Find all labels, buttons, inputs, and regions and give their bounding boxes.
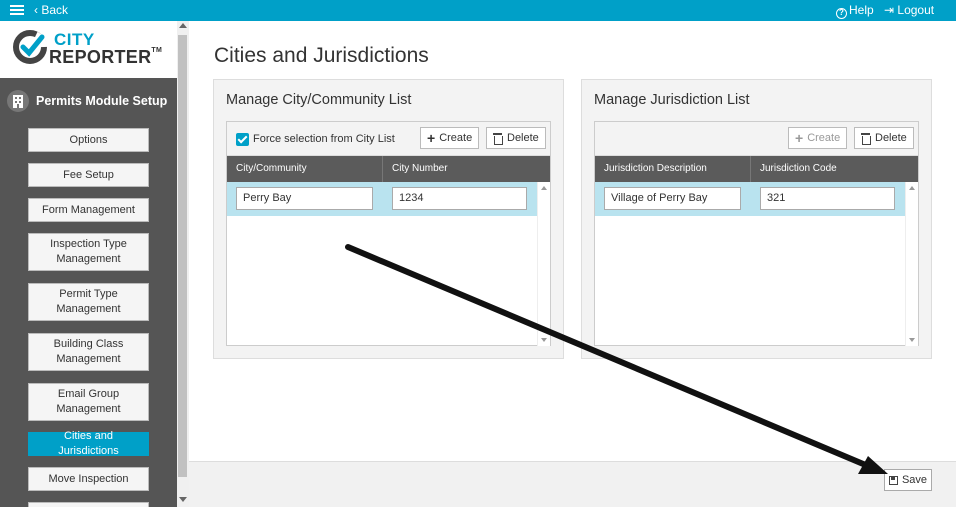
city-create-button[interactable]: + Create <box>420 127 480 149</box>
sidebar-item-email-group-management[interactable]: Email Group Management <box>28 383 149 421</box>
logout-label: Logout <box>897 3 935 17</box>
column-header-jurisdiction-code[interactable]: Jurisdiction Code <box>751 156 906 182</box>
scroll-down-icon[interactable] <box>179 497 187 502</box>
module-title: Permits Module Setup <box>0 81 177 117</box>
sidebar-item-partial[interactable] <box>28 502 149 507</box>
hamburger-icon[interactable] <box>10 3 24 17</box>
jurisdiction-delete-button[interactable]: Delete <box>854 127 914 149</box>
city-reporter-logo-icon <box>13 30 48 64</box>
sidebar-item-permit-type-management[interactable]: Permit Type Management <box>28 283 149 321</box>
logo-reporter-text: REPORTERTM <box>49 47 163 67</box>
city-panel-title: Manage City/Community List <box>226 92 412 108</box>
force-selection-label: Force selection from City List <box>253 133 395 145</box>
sidebar-item-fee-setup[interactable]: Fee Setup <box>28 163 149 187</box>
scroll-thumb[interactable] <box>178 35 187 477</box>
city-panel: Manage City/Community List Force selecti… <box>213 79 564 359</box>
plus-icon: + <box>795 130 804 146</box>
logo: CITY REPORTERTM <box>0 21 177 78</box>
floppy-disk-icon <box>888 475 898 485</box>
jurisdiction-grid-toolbar: + Create Delete <box>595 122 918 156</box>
sidebar-item-building-class-management[interactable]: Building Class Management <box>28 333 149 371</box>
logout-button[interactable]: ⇥ Logout <box>884 3 934 17</box>
jurisdiction-panel: Manage Jurisdiction List + Create Delete … <box>581 79 932 359</box>
jurisdiction-grid: + Create Delete Jurisdiction Description … <box>594 121 919 346</box>
save-button[interactable]: Save <box>884 469 932 491</box>
sidebar-item-inspection-type-management[interactable]: Inspection Type Management <box>28 233 149 271</box>
column-header-city-number[interactable]: City Number <box>383 156 538 182</box>
sidebar: CITY REPORTERTM Permits Module Setup Opt… <box>0 21 177 507</box>
jurisdiction-panel-title: Manage Jurisdiction List <box>594 92 750 108</box>
trash-icon <box>493 132 503 145</box>
column-header-jurisdiction-description[interactable]: Jurisdiction Description <box>595 156 751 182</box>
city-grid-scrollbar[interactable] <box>537 182 550 346</box>
jurisdiction-grid-header: Jurisdiction Description Jurisdiction Co… <box>595 156 918 182</box>
scroll-up-icon[interactable] <box>179 23 187 28</box>
jurisdiction-grid-scrollbar[interactable] <box>905 182 918 346</box>
back-button[interactable]: ‹ Back <box>34 3 68 17</box>
back-label: Back <box>41 3 69 17</box>
table-row[interactable]: Perry Bay 1234 <box>227 182 537 216</box>
sidebar-scrollbar[interactable] <box>177 21 189 507</box>
city-grid: Force selection from City List + Create D… <box>226 121 551 346</box>
page-title: Cities and Jurisdictions <box>214 44 429 67</box>
table-row[interactable]: Village of Perry Bay 321 <box>595 182 905 216</box>
module-title-label: Permits Module Setup <box>36 94 168 108</box>
sidebar-item-options[interactable]: Options <box>28 128 149 152</box>
main-content: Cities and Jurisdictions Manage City/Com… <box>189 21 956 461</box>
city-delete-button[interactable]: Delete <box>486 127 546 149</box>
jurisdiction-code-input[interactable]: 321 <box>760 187 895 210</box>
city-name-input[interactable]: Perry Bay <box>236 187 373 210</box>
city-grid-toolbar: Force selection from City List + Create D… <box>227 122 550 156</box>
force-selection-checkbox[interactable] <box>236 133 249 146</box>
trash-icon <box>861 132 871 145</box>
plus-icon: + <box>427 130 436 146</box>
sidebar-item-cities-and-jurisdictions[interactable]: Cities and Jurisdictions <box>28 430 149 457</box>
sidebar-item-move-inspection[interactable]: Move Inspection <box>28 467 149 491</box>
jurisdiction-description-input[interactable]: Village of Perry Bay <box>604 187 741 210</box>
top-bar: ‹ Back ? Help ⇥ Logout <box>0 0 956 21</box>
building-icon <box>7 90 29 112</box>
help-button[interactable]: ? Help <box>836 3 874 19</box>
footer-bar: Save <box>189 461 956 507</box>
column-header-city[interactable]: City/Community <box>227 156 383 182</box>
help-label: Help <box>849 3 874 17</box>
question-icon: ? <box>836 8 847 19</box>
jurisdiction-create-button[interactable]: + Create <box>788 127 848 149</box>
sidebar-item-form-management[interactable]: Form Management <box>28 198 149 222</box>
city-number-input[interactable]: 1234 <box>392 187 527 210</box>
city-grid-header: City/Community City Number <box>227 156 550 182</box>
